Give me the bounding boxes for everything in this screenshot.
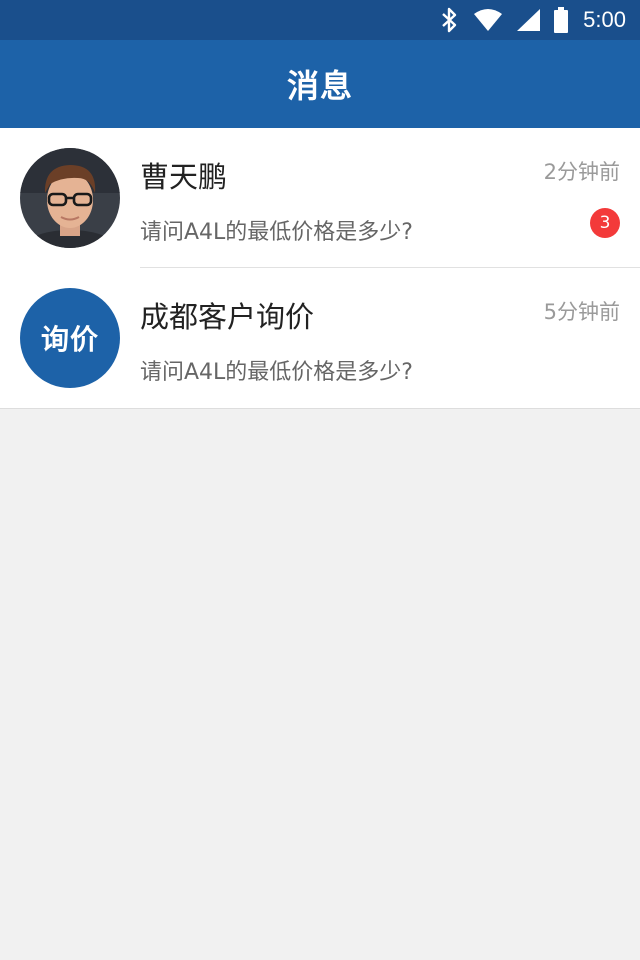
conversation-list: 曹天鹏 2分钟前 请问A4L的最低价格是多少? 3 询价 成都客户询价 5分钟前… — [0, 128, 640, 409]
bluetooth-icon — [439, 7, 461, 33]
battery-icon — [553, 7, 569, 33]
avatar-label: 询价 — [40, 323, 99, 356]
message-preview: 请问A4L的最低价格是多少? — [140, 220, 413, 245]
page-title: 消息 — [286, 67, 353, 105]
signal-icon — [515, 8, 541, 32]
avatar[interactable] — [20, 148, 120, 248]
contact-name: 成都客户询价 — [140, 300, 315, 334]
message-time: 2分钟前 — [543, 160, 620, 184]
wifi-icon — [473, 8, 503, 32]
conversation-row[interactable]: 曹天鹏 2分钟前 请问A4L的最低价格是多少? 3 — [0, 128, 640, 268]
status-icons: 5:00 — [439, 0, 626, 40]
status-bar: 5:00 — [0, 0, 640, 40]
message-preview: 请问A4L的最低价格是多少? — [140, 360, 413, 385]
message-time: 5分钟前 — [543, 300, 620, 324]
contact-name: 曹天鹏 — [140, 160, 228, 194]
status-time: 5:00 — [583, 7, 626, 32]
unread-badge: 3 — [590, 208, 620, 238]
app-bar: 消息 — [0, 40, 640, 128]
conversation-row[interactable]: 询价 成都客户询价 5分钟前 请问A4L的最低价格是多少? — [0, 268, 640, 408]
avatar[interactable]: 询价 — [20, 288, 120, 388]
